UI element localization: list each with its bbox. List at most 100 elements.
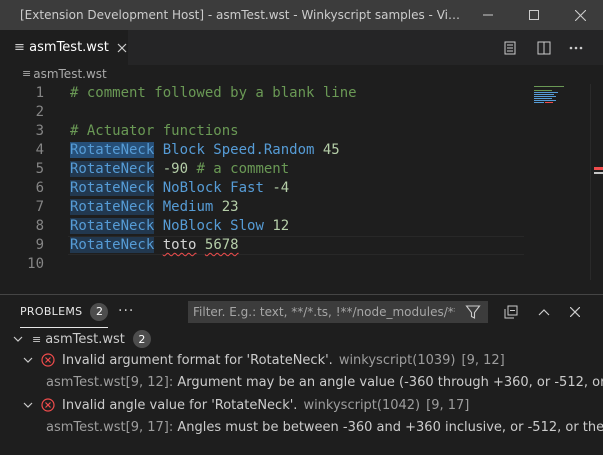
problems-count-badge: 2 bbox=[90, 302, 109, 321]
code-comment: # a comment bbox=[196, 161, 290, 177]
code-line: 9 RotateNeck toto 5678 bbox=[0, 236, 590, 255]
problem-detail[interactable]: asmTest.wst[9, 12]: Argument may be an a… bbox=[0, 371, 603, 393]
problems-filter[interactable] bbox=[188, 301, 488, 323]
code-args: Block Speed.Random bbox=[154, 142, 323, 158]
error-icon bbox=[40, 352, 56, 368]
error-icon bbox=[40, 397, 56, 413]
minimap[interactable] bbox=[530, 84, 590, 134]
maximize-icon bbox=[529, 10, 539, 20]
problem-location: [9, 17] bbox=[426, 397, 470, 413]
close-window-button[interactable] bbox=[557, 0, 603, 30]
line-number: 7 bbox=[35, 199, 44, 215]
problem-message: Invalid angle value for 'RotateNeck'. bbox=[62, 397, 298, 413]
code-line: 3 # Actuator functions bbox=[0, 122, 590, 141]
code-error-number: 5678 bbox=[204, 237, 239, 253]
code-editor[interactable]: 1 # comment followed by a blank line 2 3… bbox=[0, 84, 590, 280]
file-icon: ≡ bbox=[32, 332, 41, 346]
collapse-all-button[interactable] bbox=[500, 301, 522, 323]
ellipsis-icon bbox=[569, 46, 583, 49]
chevron-up-icon bbox=[538, 309, 550, 316]
title-bar: [Extension Development Host] - asmTest.w… bbox=[0, 0, 603, 30]
code-keyword: RotateNeck bbox=[70, 161, 155, 177]
code-line: 2 bbox=[0, 103, 590, 122]
code-line: 5 RotateNeck -90 # a comment bbox=[0, 160, 590, 179]
code-keyword: RotateNeck bbox=[70, 218, 155, 234]
code-keyword: RotateNeck bbox=[70, 199, 155, 215]
editor-tab-bar: ≡ asmTest.wst bbox=[0, 30, 603, 65]
problem-source: winkyscript(1039) bbox=[338, 352, 456, 368]
problem-message: Invalid argument format for 'RotateNeck'… bbox=[62, 352, 333, 368]
problem-detail-text: Argument may be an angle value (-360 thr… bbox=[177, 374, 603, 390]
tab-asmtest[interactable]: ≡ asmTest.wst bbox=[0, 30, 128, 65]
problem-source: winkyscript(1042) bbox=[303, 397, 421, 413]
code-comment: # Actuator functions bbox=[70, 123, 239, 139]
line-number: 8 bbox=[35, 218, 44, 234]
code-number: -90 bbox=[154, 161, 197, 177]
close-icon bbox=[117, 43, 127, 52]
problem-item[interactable]: Invalid angle value for 'RotateNeck'. wi… bbox=[0, 394, 603, 416]
minimap-preview bbox=[534, 86, 564, 103]
breadcrumb[interactable]: ≡ asmTest.wst bbox=[0, 65, 603, 82]
code-line: 10 bbox=[0, 255, 590, 274]
tab-problems[interactable]: PROBLEMS 2 bbox=[20, 295, 109, 328]
close-icon bbox=[570, 307, 580, 317]
line-number: 4 bbox=[35, 142, 44, 158]
chevron-down-icon[interactable] bbox=[20, 352, 36, 368]
close-icon bbox=[574, 9, 586, 21]
code-keyword: RotateNeck bbox=[70, 142, 155, 158]
panel-more-button[interactable]: ··· bbox=[118, 303, 134, 319]
split-editor-button[interactable] bbox=[530, 30, 558, 65]
filter-toggle-button[interactable] bbox=[465, 304, 481, 324]
scroll-marker bbox=[594, 167, 603, 174]
code-line: 4 RotateNeck Block Speed.Random 45 bbox=[0, 141, 590, 160]
problem-file-row[interactable]: ≡ asmTest.wst 2 bbox=[0, 328, 603, 350]
problems-tab-label: PROBLEMS bbox=[20, 305, 83, 318]
code-number: 12 bbox=[272, 218, 290, 234]
open-preview-button[interactable] bbox=[496, 30, 524, 65]
minimize-button[interactable] bbox=[465, 0, 511, 30]
code-args: NoBlock Slow bbox=[154, 218, 273, 234]
code-line: 8 RotateNeck NoBlock Slow 12 bbox=[0, 217, 590, 236]
problem-detail-text: Angles must be between -360 and +360 inc… bbox=[177, 419, 603, 435]
editor-scrollbar[interactable] bbox=[590, 84, 603, 280]
line-number: 10 bbox=[27, 256, 44, 272]
problem-detail-ref: asmTest.wst[9, 12]: bbox=[46, 374, 174, 390]
minimize-icon bbox=[483, 14, 493, 16]
filter-icon bbox=[465, 305, 481, 319]
split-editor-icon bbox=[537, 41, 551, 54]
chevron-down-icon[interactable] bbox=[20, 397, 36, 413]
line-number: 1 bbox=[35, 85, 44, 101]
collapse-all-icon bbox=[504, 305, 518, 319]
file-icon: ≡ bbox=[22, 67, 31, 80]
breadcrumb-file[interactable]: asmTest.wst bbox=[33, 67, 107, 81]
problem-detail-ref: asmTest.wst[9, 17]: bbox=[46, 419, 174, 435]
code-args: Medium bbox=[154, 199, 222, 215]
chevron-down-icon[interactable] bbox=[10, 331, 26, 347]
code-line: 7 RotateNeck Medium 23 bbox=[0, 198, 590, 217]
line-number: 3 bbox=[35, 123, 44, 139]
filter-input[interactable] bbox=[193, 302, 455, 322]
code-keyword: RotateNeck bbox=[70, 180, 155, 196]
line-number: 9 bbox=[35, 237, 44, 253]
tab-close-button[interactable] bbox=[117, 41, 128, 55]
problem-detail[interactable]: asmTest.wst[9, 17]: Angles must be betwe… bbox=[0, 416, 603, 438]
code-number: 45 bbox=[322, 142, 340, 158]
more-actions-button[interactable] bbox=[562, 30, 590, 65]
scrollbar-error-marker bbox=[594, 166, 603, 176]
close-panel-button[interactable] bbox=[564, 301, 586, 323]
code-line: 6 RotateNeck NoBlock Fast -4 bbox=[0, 179, 590, 198]
code-number: 23 bbox=[221, 199, 239, 215]
code-error-word: toto bbox=[162, 237, 197, 253]
line-number: 6 bbox=[35, 180, 44, 196]
problem-location: [9, 12] bbox=[461, 352, 505, 368]
line-number: 5 bbox=[35, 161, 44, 177]
problem-file-name: asmTest.wst bbox=[45, 331, 125, 347]
code-number: -4 bbox=[272, 180, 290, 196]
maximize-panel-button[interactable] bbox=[533, 301, 555, 323]
preview-icon bbox=[504, 41, 516, 54]
maximize-button[interactable] bbox=[511, 0, 557, 30]
code-keyword: RotateNeck bbox=[70, 237, 155, 253]
problem-item[interactable]: Invalid argument format for 'RotateNeck'… bbox=[0, 349, 603, 371]
problems-panel: PROBLEMS 2 ··· ≡ asmTest.wst 2 bbox=[0, 294, 603, 455]
code-args: NoBlock Fast bbox=[154, 180, 273, 196]
